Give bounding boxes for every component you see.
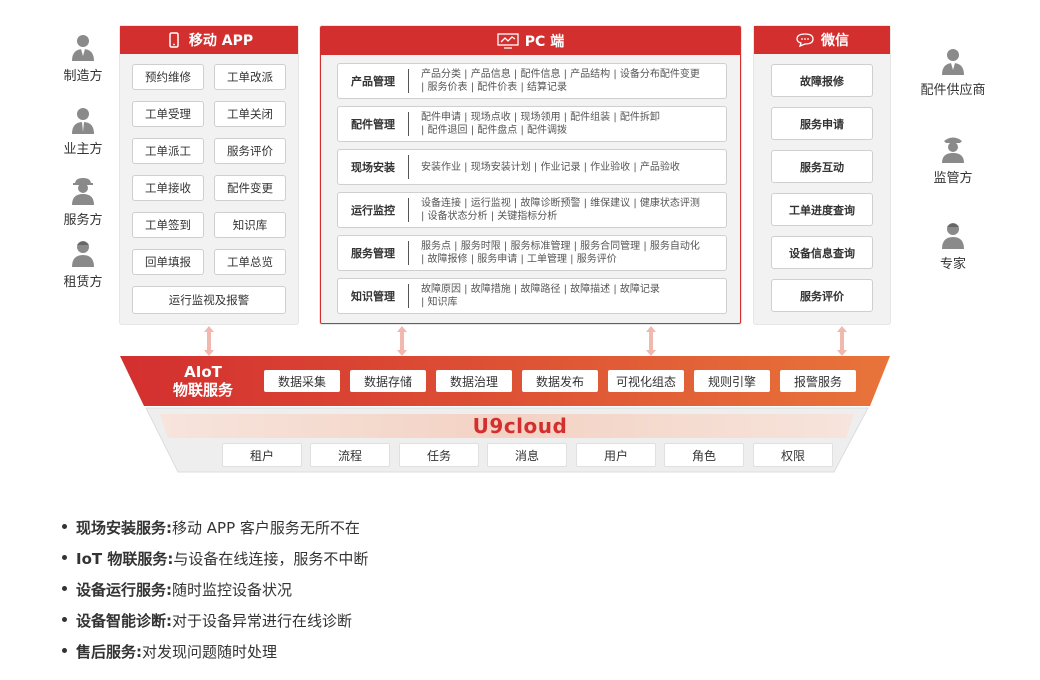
bullet-icon xyxy=(62,617,67,622)
feature-title: 设备运行服务: xyxy=(76,581,172,599)
feature-item: 现场安装服务:移动 APP 客户服务无所不在 xyxy=(62,513,368,544)
feature-text: 移动 APP 客户服务无所不在 xyxy=(172,519,360,537)
feature-text: 对于设备异常进行在线诊断 xyxy=(172,612,353,630)
feature-title: 设备智能诊断: xyxy=(76,612,172,630)
aiot-chip[interactable]: 数据发布 xyxy=(522,370,598,392)
feature-text: 对发现问题随时处理 xyxy=(142,643,278,661)
u9-chip[interactable]: 用户 xyxy=(576,443,656,467)
bullet-icon xyxy=(62,586,67,591)
feature-title: 现场安装服务: xyxy=(76,519,172,537)
bullet-icon xyxy=(62,555,67,560)
aiot-line1: AIoT xyxy=(184,363,222,381)
aiot-label: AIoT 物联服务 xyxy=(160,363,246,399)
aiot-chip[interactable]: 规则引擎 xyxy=(694,370,770,392)
bullet-icon xyxy=(62,524,67,529)
feature-text: 随时监控设备状况 xyxy=(172,581,293,599)
feature-item: IoT 物联服务:与设备在线连接，服务不中断 xyxy=(62,544,368,575)
feature-title: IoT 物联服务: xyxy=(76,550,174,568)
feature-text: 与设备在线连接，服务不中断 xyxy=(173,550,369,568)
aiot-chip[interactable]: 数据存储 xyxy=(350,370,426,392)
u9-chip[interactable]: 流程 xyxy=(310,443,390,467)
feature-item: 售后服务:对发现问题随时处理 xyxy=(62,637,368,668)
feature-list: 现场安装服务:移动 APP 客户服务无所不在 IoT 物联服务:与设备在线连接，… xyxy=(62,513,368,668)
u9-chip[interactable]: 消息 xyxy=(487,443,567,467)
aiot-chip[interactable]: 数据治理 xyxy=(436,370,512,392)
u9-chip[interactable]: 权限 xyxy=(753,443,833,467)
aiot-chip[interactable]: 报警服务 xyxy=(780,370,856,392)
aiot-chip[interactable]: 可视化组态 xyxy=(608,370,684,392)
aiot-chip[interactable]: 数据采集 xyxy=(264,370,340,392)
feature-item: 设备智能诊断:对于设备异常进行在线诊断 xyxy=(62,606,368,637)
aiot-line2: 物联服务 xyxy=(172,381,233,399)
u9-chip[interactable]: 任务 xyxy=(399,443,479,467)
u9-chip[interactable]: 角色 xyxy=(664,443,744,467)
u9-chip[interactable]: 租户 xyxy=(222,443,302,467)
u9cloud-logo: U9cloud xyxy=(472,414,568,438)
bullet-icon xyxy=(62,648,67,653)
feature-item: 设备运行服务:随时监控设备状况 xyxy=(62,575,368,606)
feature-title: 售后服务: xyxy=(76,643,142,661)
